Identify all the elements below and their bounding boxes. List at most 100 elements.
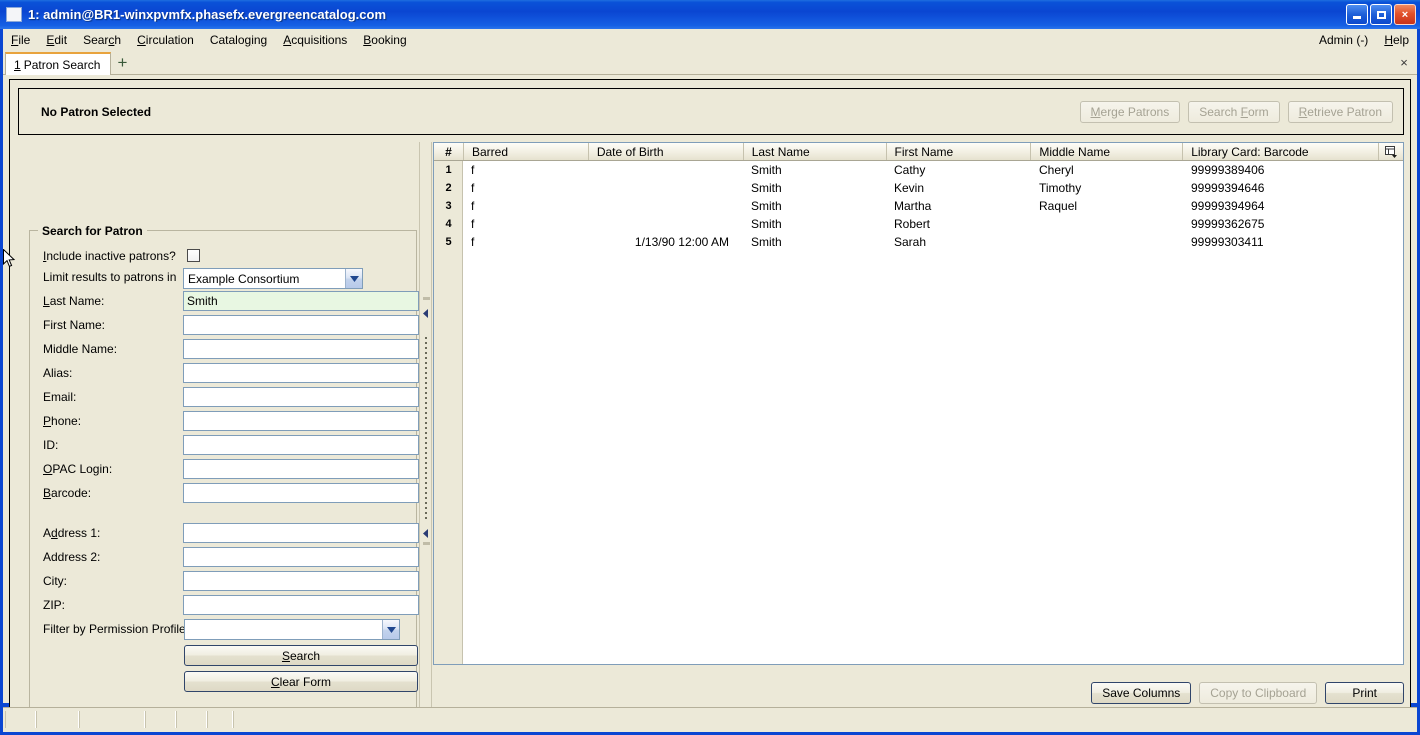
minimize-button[interactable] <box>1346 4 1368 25</box>
tab-patron-search[interactable]: 1 Patron Search <box>5 52 112 75</box>
include-inactive-label: Include inactive patrons? <box>43 249 176 263</box>
permission-profile-dropdown[interactable] <box>184 619 400 640</box>
cell-date-of-birth <box>588 197 743 215</box>
address2-label: Address 2: <box>43 550 101 564</box>
close-button[interactable]: × <box>1394 4 1416 25</box>
last-name-label: Last Name: <box>43 294 105 308</box>
menu-booking[interactable]: Booking <box>355 30 414 50</box>
email-input[interactable] <box>183 387 419 407</box>
include-inactive-checkbox[interactable] <box>187 249 200 262</box>
first-name-input[interactable] <box>183 315 419 335</box>
permission-profile-label: Filter by Permission Profile: <box>43 622 190 636</box>
copy-to-clipboard-button[interactable]: Copy to Clipboard <box>1199 682 1318 704</box>
column-header-date-of-birth[interactable]: Date of Birth <box>587 143 743 160</box>
menu-file[interactable]: File <box>3 30 38 50</box>
splitter-nub-top <box>423 297 430 300</box>
close-icon: × <box>1401 8 1409 21</box>
results-grid: # Barred Date of Birth Last Name First N… <box>433 142 1404 665</box>
opac-login-input[interactable] <box>183 459 419 479</box>
limit-results-dropdown[interactable]: Example Consortium <box>183 268 363 289</box>
last-name-input[interactable] <box>183 291 419 311</box>
middle-name-input[interactable] <box>183 339 419 359</box>
results-panel: # Barred Date of Birth Last Name First N… <box>433 142 1404 720</box>
column-header-library-card-barcode[interactable]: Library Card: Barcode <box>1182 143 1378 160</box>
cell-barred: f <box>471 181 475 195</box>
search-form-button[interactable]: Search Form <box>1188 100 1280 123</box>
alias-input[interactable] <box>183 363 419 383</box>
menu-help[interactable]: Help <box>1376 30 1417 50</box>
collapse-left-arrow-icon[interactable] <box>423 309 430 318</box>
phone-input[interactable] <box>183 411 419 431</box>
chevron-down-icon <box>382 620 399 639</box>
address1-input[interactable] <box>183 523 419 543</box>
retrieve-patron-button[interactable]: Retrieve Patron <box>1287 100 1393 123</box>
status-bar <box>3 707 1417 732</box>
zip-input[interactable] <box>183 595 419 615</box>
phone-label: Phone: <box>43 414 82 428</box>
column-header-middle-name[interactable]: Middle Name <box>1030 143 1182 160</box>
status-panel-4 <box>145 711 176 728</box>
search-panel: Search for Patron Include inactive patro… <box>18 142 419 720</box>
column-header-last-name[interactable]: Last Name <box>742 143 886 160</box>
cell-middle-name: Raquel <box>1039 199 1078 213</box>
status-panel-6 <box>207 711 233 728</box>
barcode-input[interactable] <box>183 483 419 503</box>
menu-circulation[interactable]: Circulation <box>129 30 202 50</box>
opac-login-label: OPAC Login: <box>43 462 113 476</box>
cell-first-name: Cathy <box>894 163 926 177</box>
column-picker-icon[interactable] <box>1378 143 1403 160</box>
column-header-first-name[interactable]: First Name <box>885 143 1031 160</box>
cell-middle-name <box>1031 233 1183 251</box>
cell-barred: f <box>471 217 475 231</box>
barcode-label: Barcode: <box>43 486 92 500</box>
cell-date-of-birth <box>588 215 743 233</box>
column-header-barred[interactable]: Barred <box>462 143 588 160</box>
menu-search[interactable]: Search <box>75 30 129 50</box>
merge-patrons-button[interactable]: Merge Patrons <box>1079 100 1181 123</box>
menu-edit[interactable]: Edit <box>38 30 75 50</box>
collapse-left-arrow-icon-bottom[interactable] <box>423 529 430 538</box>
table-row[interactable]: 3 f Smith Martha Raquel 99999394964 <box>434 197 1403 215</box>
cell-last-name: Smith <box>751 217 782 231</box>
close-tab-button[interactable]: × <box>1391 51 1417 74</box>
zip-label: ZIP: <box>43 598 66 612</box>
cell-middle-name: Cheryl <box>1039 163 1074 177</box>
table-row[interactable]: 2 f Smith Kevin Timothy 99999394646 <box>434 179 1403 197</box>
status-panel-1 <box>5 711 36 728</box>
table-row[interactable]: 5 f 1/13/90 12:00 AM Smith Sarah 99999303411 <box>434 233 1403 251</box>
clear-form-button[interactable]: Clear Form <box>184 671 418 692</box>
cell-: 1 <box>445 164 452 176</box>
window-title: 1: admin@BR1-winxpvmfx.phasefx.evergreen… <box>28 7 387 22</box>
cell-date-of-birth <box>588 161 743 179</box>
cell-date-of-birth <box>588 179 743 197</box>
cell-barred: f <box>471 199 475 213</box>
first-name-label: First Name: <box>43 318 106 332</box>
patron-status-label: No Patron Selected <box>41 104 152 119</box>
cell-middle-name <box>1031 215 1183 233</box>
status-panel-7 <box>233 711 1415 728</box>
menu-admin[interactable]: Admin (-) <box>1311 30 1376 50</box>
column-header-number[interactable]: # <box>434 143 463 160</box>
application-window: 1: admin@BR1-winxpvmfx.phasefx.evergreen… <box>0 0 1420 735</box>
results-grid-body: 1 f Smith Cathy Cheryl 99999389406 2 f Smith Kevi… <box>434 161 1403 664</box>
address2-input[interactable] <box>183 547 419 567</box>
chevron-down-icon <box>345 269 362 288</box>
maximize-button[interactable] <box>1370 4 1392 25</box>
save-columns-button[interactable]: Save Columns <box>1091 682 1192 704</box>
city-input[interactable] <box>183 571 419 591</box>
new-tab-button[interactable]: + <box>111 51 133 74</box>
table-row[interactable]: 1 f Smith Cathy Cheryl 99999389406 <box>434 161 1403 179</box>
id-input[interactable] <box>183 435 419 455</box>
cell-barred: f <box>471 235 475 249</box>
cell-: 2 <box>445 182 452 194</box>
cell-library-card-barcode: 99999303411 <box>1191 235 1264 249</box>
menu-acquisitions[interactable]: Acquisitions <box>275 30 355 50</box>
table-row[interactable]: 4 f Smith Robert 99999362675 <box>434 215 1403 233</box>
print-button[interactable]: Print <box>1325 682 1404 704</box>
menu-cataloging[interactable]: Cataloging <box>202 30 275 50</box>
search-button[interactable]: Search <box>184 645 418 666</box>
cell-last-name: Smith <box>751 235 782 249</box>
app-icon <box>6 7 22 22</box>
panel-splitter[interactable] <box>419 142 432 720</box>
status-panel-2 <box>36 711 79 728</box>
